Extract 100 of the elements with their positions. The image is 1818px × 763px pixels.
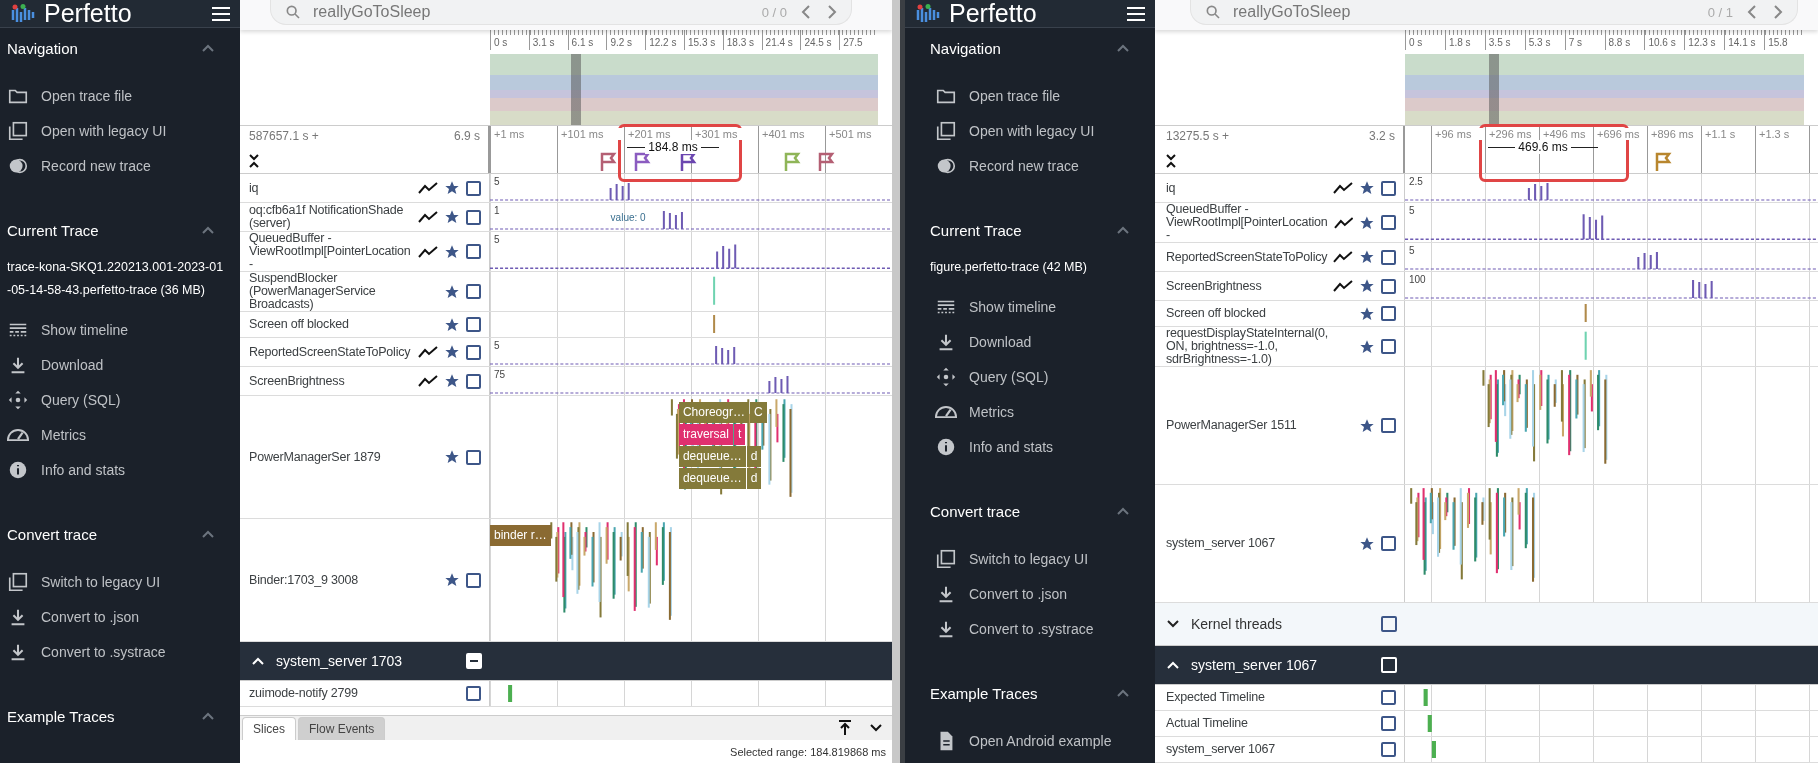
pin-star-icon[interactable] <box>444 572 460 588</box>
line-chart-icon[interactable] <box>1333 216 1354 229</box>
search-bar[interactable]: reallyGoToSleep 0 / 0 <box>270 0 852 25</box>
pin-star-icon[interactable] <box>444 283 460 300</box>
menu-item[interactable]: Open trace file <box>969 87 1061 104</box>
line-chart-icon[interactable] <box>418 245 438 258</box>
line-chart-icon[interactable] <box>1333 182 1353 194</box>
track-checkbox[interactable] <box>1381 742 1396 757</box>
line-chart-icon[interactable] <box>418 346 438 358</box>
menu-item[interactable]: Convert to .json <box>41 608 140 625</box>
track-checkbox[interactable] <box>1381 215 1396 230</box>
menu-item[interactable]: Show timeline <box>41 321 129 338</box>
menu-item[interactable]: Convert to .systrace <box>969 620 1094 637</box>
track-checkbox[interactable] <box>466 572 481 588</box>
chevron-down-icon[interactable] <box>1167 620 1179 628</box>
pin-star-icon[interactable] <box>1359 278 1375 294</box>
pin-star-icon[interactable] <box>1359 305 1375 322</box>
pin-star-icon[interactable] <box>1359 417 1375 434</box>
pin-star-icon[interactable] <box>1359 180 1375 196</box>
menu-item[interactable]: Metrics <box>969 403 1015 420</box>
search-field[interactable]: reallyGoToSleep <box>313 3 750 21</box>
menu-item[interactable]: Query (SQL) <box>969 368 1049 385</box>
menu-item[interactable]: Switch to legacy UI <box>969 550 1089 567</box>
line-chart-icon[interactable] <box>418 375 438 387</box>
collapse-all-icon[interactable] <box>249 153 259 169</box>
track-checkbox[interactable] <box>466 686 481 701</box>
slice-label[interactable]: dequeue… <box>678 446 746 467</box>
menu-item[interactable]: Open Android example <box>969 732 1112 749</box>
track-checkbox[interactable] <box>1381 278 1396 294</box>
menu-item[interactable]: Record new trace <box>41 157 151 174</box>
line-chart-icon[interactable] <box>1333 251 1354 263</box>
pin-star-icon[interactable] <box>444 209 460 225</box>
line-chart-icon[interactable] <box>418 211 438 223</box>
menu-item[interactable]: Download <box>41 356 104 373</box>
menu-icon[interactable] <box>212 6 230 21</box>
pin-star-icon[interactable] <box>444 373 460 389</box>
menu-item[interactable]: Info and stats <box>41 461 126 478</box>
next-match-button[interactable] <box>1771 5 1785 19</box>
menu-icon[interactable] <box>1127 6 1145 21</box>
menu-item[interactable]: Switch to legacy UI <box>41 573 161 590</box>
track-checkbox[interactable] <box>466 180 481 196</box>
pin-star-icon[interactable] <box>444 344 460 360</box>
pin-star-icon[interactable] <box>1359 535 1375 552</box>
search-field[interactable]: reallyGoToSleep <box>1233 3 1696 21</box>
track-checkbox[interactable] <box>1381 418 1396 433</box>
menu-item[interactable]: Download <box>969 333 1032 350</box>
pin-star-icon[interactable] <box>444 243 460 260</box>
slice-label[interactable]: C <box>749 402 767 423</box>
menu-item[interactable]: Convert to .json <box>969 585 1068 602</box>
slice-label[interactable]: binder r… <box>490 525 551 546</box>
menu-item[interactable]: Show timeline <box>969 298 1057 315</box>
pin-star-icon[interactable] <box>444 180 460 196</box>
menu-item[interactable]: Record new trace <box>969 157 1079 174</box>
track-checkbox[interactable] <box>1381 690 1396 705</box>
slice-label[interactable]: traversal <box>678 424 733 445</box>
slice-label[interactable]: d <box>746 468 762 489</box>
track-checkbox[interactable] <box>466 344 481 360</box>
track-checkbox[interactable] <box>466 244 481 259</box>
menu-item[interactable]: Open with legacy UI <box>969 122 1095 139</box>
track-checkbox[interactable] <box>466 209 481 225</box>
track-checkbox[interactable] <box>1381 716 1396 731</box>
panel-tab[interactable]: Flow Events <box>298 717 386 740</box>
track-checkbox[interactable] <box>1381 536 1396 551</box>
panel-tab[interactable]: Slices <box>242 717 296 740</box>
track-checkbox[interactable] <box>466 284 481 299</box>
chevron-down-icon[interactable] <box>870 724 882 732</box>
track-checkbox[interactable] <box>1381 249 1396 265</box>
slice-label[interactable]: d <box>746 446 762 467</box>
menu-item[interactable]: Convert to .systrace <box>41 643 166 660</box>
pin-to-top-icon[interactable] <box>838 720 852 736</box>
track-checkbox[interactable] <box>1381 339 1396 354</box>
previous-match-button[interactable] <box>799 5 813 19</box>
search-bar[interactable]: reallyGoToSleep 0 / 1 <box>1190 0 1798 25</box>
collapse-all-icon[interactable] <box>1166 153 1176 169</box>
group-name: Kernel threads <box>1191 616 1284 632</box>
previous-match-button[interactable] <box>1745 5 1759 19</box>
move-arrows-icon <box>7 388 29 411</box>
track-checkbox[interactable] <box>1381 306 1396 321</box>
group-checkbox[interactable] <box>1381 616 1397 632</box>
counter-scale: 5 <box>494 340 500 351</box>
line-chart-icon[interactable] <box>418 182 438 194</box>
slice-label[interactable]: dequeue… <box>678 468 746 489</box>
menu-item[interactable]: Open trace file <box>41 87 133 104</box>
pin-star-icon[interactable] <box>1359 214 1375 231</box>
slice-label[interactable]: Choreogr… <box>678 402 749 423</box>
counter-scale: 100 <box>1409 274 1426 285</box>
track-checkbox[interactable] <box>466 449 481 465</box>
pin-star-icon[interactable] <box>444 449 460 465</box>
menu-item[interactable]: Metrics <box>41 426 87 443</box>
line-chart-icon[interactable] <box>1333 280 1353 292</box>
menu-item[interactable]: Info and stats <box>969 438 1054 455</box>
track-checkbox[interactable] <box>466 373 481 389</box>
menu-item[interactable]: Query (SQL) <box>41 391 121 408</box>
track-checkbox[interactable] <box>466 317 481 332</box>
next-match-button[interactable] <box>825 5 839 19</box>
menu-item[interactable]: Open with legacy UI <box>41 122 167 139</box>
pin-star-icon[interactable] <box>1359 249 1375 265</box>
track-checkbox[interactable] <box>1381 180 1396 196</box>
pin-star-icon[interactable] <box>1359 338 1375 355</box>
pin-star-icon[interactable] <box>444 316 460 333</box>
